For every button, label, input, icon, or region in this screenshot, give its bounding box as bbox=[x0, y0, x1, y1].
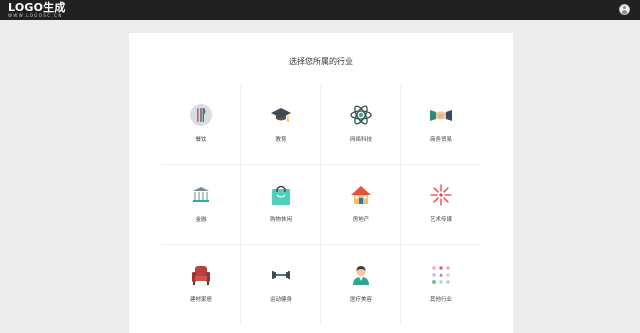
house-icon bbox=[351, 186, 371, 204]
industry-item-building-home[interactable]: 建材家居 bbox=[161, 245, 241, 325]
industry-label: 房地产 bbox=[352, 217, 370, 223]
industry-item-finance[interactable]: 金融 bbox=[161, 165, 241, 245]
industry-item-shopping[interactable]: 购物休闲 bbox=[241, 165, 321, 245]
industry-label: 金融 bbox=[195, 217, 207, 223]
industry-label: 教育 bbox=[275, 137, 287, 143]
firework-icon bbox=[430, 184, 452, 206]
industry-label: 网络科技 bbox=[349, 137, 372, 143]
site-logo[interactable]: LOGO生成 WWW.LOGOSC.CN bbox=[8, 2, 66, 18]
top-bar: LOGO生成 WWW.LOGOSC.CN bbox=[0, 0, 640, 20]
industry-label: 艺术传媒 bbox=[429, 217, 452, 223]
graduation-cap-icon bbox=[271, 108, 291, 122]
industry-grid: 餐饮 教育 网络科技 商务贸易 金融 购物休闲 房地产 艺术传媒 建材家居 运动… bbox=[161, 85, 481, 325]
doctor-icon bbox=[353, 266, 369, 285]
industry-item-network-tech[interactable]: 网络科技 bbox=[321, 85, 401, 165]
shopping-bag-icon bbox=[272, 185, 290, 205]
industry-label: 医疗美容 bbox=[349, 297, 372, 303]
bank-icon bbox=[193, 187, 209, 202]
industry-item-business-trade[interactable]: 商务贸易 bbox=[401, 85, 481, 165]
industry-item-real-estate[interactable]: 房地产 bbox=[321, 165, 401, 245]
industry-card: 选择您所属的行业 餐饮 教育 网络科技 商务贸易 金融 购物休闲 房地产 艺术传… bbox=[129, 33, 513, 333]
industry-item-medical-beauty[interactable]: 医疗美容 bbox=[321, 245, 401, 325]
industry-item-sports-fitness[interactable]: 运动健身 bbox=[241, 245, 321, 325]
dumbbell-icon bbox=[272, 271, 290, 279]
armchair-icon bbox=[192, 266, 210, 285]
user-avatar[interactable] bbox=[619, 4, 630, 15]
industry-item-other[interactable]: 其他行业 bbox=[401, 245, 481, 325]
industry-label: 商务贸易 bbox=[429, 137, 452, 143]
logo-url: WWW.LOGOSC.CN bbox=[8, 13, 63, 18]
page-title: 选择您所属的行业 bbox=[289, 57, 353, 66]
industry-label: 运动健身 bbox=[269, 297, 292, 303]
industry-label: 建材家居 bbox=[189, 297, 212, 303]
dots-grid-icon bbox=[432, 266, 450, 284]
handshake-icon bbox=[430, 110, 452, 121]
industry-item-catering[interactable]: 餐饮 bbox=[161, 85, 241, 165]
utensils-icon bbox=[190, 104, 212, 126]
atom-icon bbox=[350, 105, 372, 125]
industry-label: 餐饮 bbox=[195, 137, 207, 143]
industry-label: 其他行业 bbox=[429, 297, 452, 303]
industry-item-art-media[interactable]: 艺术传媒 bbox=[401, 165, 481, 245]
industry-label: 购物休闲 bbox=[269, 217, 292, 223]
logo-text: LOGO生成 bbox=[8, 1, 66, 14]
industry-item-education[interactable]: 教育 bbox=[241, 85, 321, 165]
